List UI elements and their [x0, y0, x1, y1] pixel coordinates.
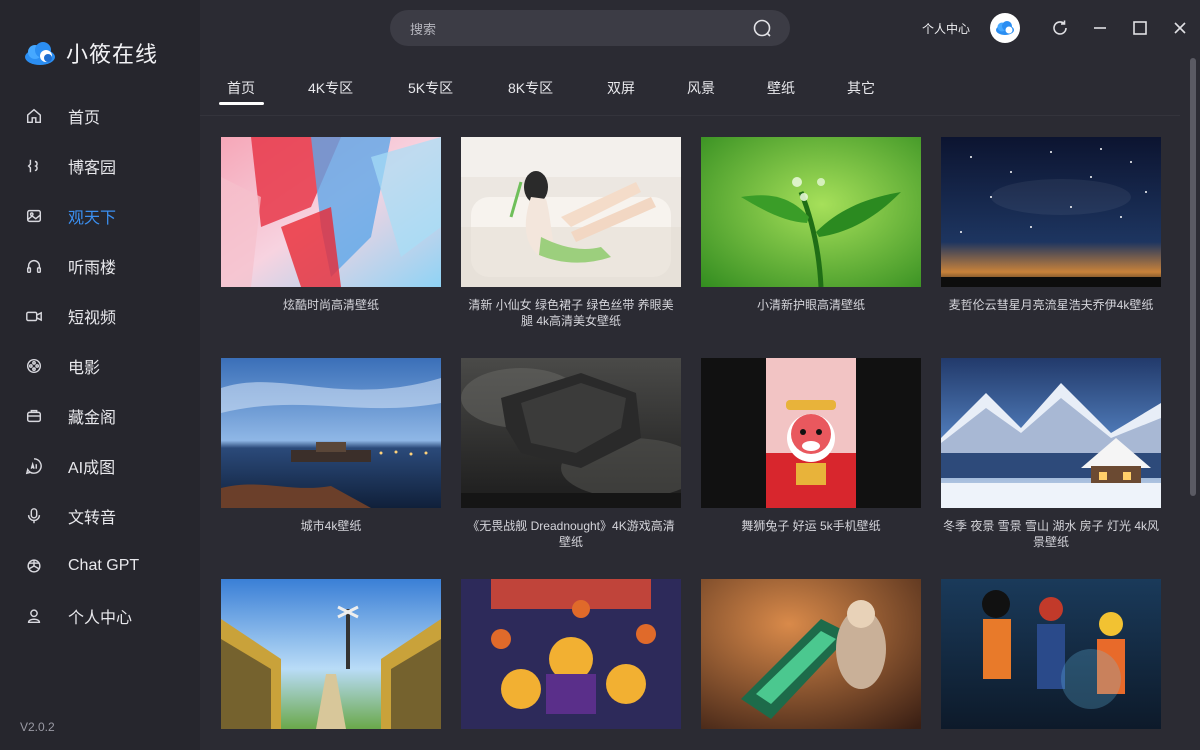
sidebar-item-label: 博客园 [68, 160, 117, 177]
wallpaper-thumbnail[interactable] [941, 358, 1161, 508]
window-controls: 个人中心 [922, 12, 1200, 44]
wallpaper-thumbnail[interactable] [461, 137, 681, 287]
sidebar-item-label: 短视频 [68, 310, 117, 327]
search-bar[interactable]: 搜索 [390, 10, 790, 46]
sidebar-item-home[interactable]: 首页 [0, 91, 200, 141]
search-icon[interactable] [752, 17, 774, 39]
category-tabs: 首页 4K专区 5K专区 8K专区 双屏 风景 壁纸 其它 [200, 70, 1180, 116]
wallpaper-card[interactable]: 炫酷时尚高清壁纸 [221, 137, 441, 313]
wallpaper-card[interactable] [461, 579, 681, 739]
sidebar-item-label: 听雨楼 [68, 260, 117, 277]
wallpaper-title: 冬季 夜景 雪景 雪山 湖水 房子 灯光 4k风景壁纸 [943, 519, 1160, 549]
close-icon [1174, 22, 1186, 34]
wallpaper-thumbnail[interactable] [941, 579, 1161, 729]
wallpaper-card[interactable]: 麦哲伦云彗星月亮流星浩夫乔伊4k壁纸 [941, 137, 1161, 313]
tab-landscape[interactable]: 风景 [687, 78, 715, 98]
maximize-icon [1133, 21, 1147, 35]
minimize-icon [1094, 27, 1106, 29]
wallpaper-thumbnail[interactable] [701, 358, 921, 508]
sidebar-item-label: 个人中心 [68, 610, 133, 627]
wallpaper-title: 麦哲伦云彗星月亮流星浩夫乔伊4k壁纸 [948, 298, 1154, 312]
video-camera-icon [24, 306, 44, 326]
wallpaper-thumbnail[interactable] [701, 579, 921, 729]
microphone-icon [24, 506, 44, 526]
tab-other[interactable]: 其它 [847, 78, 875, 98]
scrollbar[interactable] [1190, 58, 1196, 496]
wallpaper-title: 小清新护眼高清壁纸 [756, 298, 865, 312]
ai-badge-icon [24, 456, 44, 476]
search-input[interactable]: 搜索 [410, 19, 752, 38]
wallpaper-card[interactable]: 冬季 夜景 雪景 雪山 湖水 房子 灯光 4k风景壁纸 [941, 358, 1161, 550]
home-icon [24, 106, 44, 126]
active-tab-indicator [219, 102, 264, 105]
app-logo: 小筱在线 [22, 36, 158, 70]
wallpaper-card[interactable] [941, 579, 1161, 739]
sidebar-item-label: 藏金阁 [68, 410, 117, 427]
sidebar-item-text-to-speech[interactable]: 文转音 [0, 491, 200, 541]
user-center-link[interactable]: 个人中心 [922, 20, 970, 37]
wallpaper-thumbnail[interactable] [221, 579, 441, 729]
sidebar-item-label: 观天下 [68, 210, 117, 227]
wallpaper-title: 清新 小仙女 绿色裙子 绿色丝带 养眼美腿 4k高清美女壁纸 [468, 298, 674, 328]
tab-5k[interactable]: 5K专区 [408, 78, 453, 98]
avatar[interactable] [990, 13, 1020, 43]
cloud-logo-icon [25, 42, 55, 65]
wallpaper-card[interactable]: 《无畏战舰 Dreadnought》4K游戏高清壁纸 [461, 358, 681, 550]
tab-wallpaper[interactable]: 壁纸 [767, 78, 795, 98]
film-reel-icon [24, 356, 44, 376]
tab-home[interactable]: 首页 [227, 78, 255, 98]
close-button[interactable] [1160, 12, 1200, 44]
wallpaper-thumbnail[interactable] [701, 137, 921, 287]
briefcase-icon [24, 406, 44, 426]
maximize-button[interactable] [1120, 12, 1160, 44]
wallpaper-title: 城市4k壁纸 [300, 519, 362, 533]
wallpaper-thumbnail[interactable] [221, 358, 441, 508]
sidebar-item-short-video[interactable]: 短视频 [0, 291, 200, 341]
sidebar: 小筱在线 首页 博客园 观天下 听雨楼 短视频 电影 藏金阁 AI成图 文转音 … [0, 0, 200, 750]
app-name: 小筱在线 [66, 43, 159, 68]
wallpaper-card[interactable] [701, 579, 921, 739]
tab-dual-screen[interactable]: 双屏 [607, 78, 635, 98]
refresh-button[interactable] [1040, 12, 1080, 44]
tab-8k[interactable]: 8K专区 [508, 78, 553, 98]
wallpaper-thumbnail[interactable] [221, 137, 441, 287]
headphones-icon [24, 256, 44, 276]
sidebar-item-gallery[interactable]: 观天下 [0, 191, 200, 241]
sidebar-nav: 首页 博客园 观天下 听雨楼 短视频 电影 藏金阁 AI成图 文转音 Chat … [0, 91, 200, 641]
tab-4k[interactable]: 4K专区 [308, 78, 353, 98]
sidebar-item-label: 首页 [68, 110, 101, 127]
wallpaper-thumbnail[interactable] [941, 137, 1161, 287]
image-icon [24, 206, 44, 226]
wallpaper-card[interactable] [221, 579, 441, 739]
sidebar-item-music[interactable]: 听雨楼 [0, 241, 200, 291]
wallpaper-title: 舞狮兔子 好运 5k手机壁纸 [741, 519, 881, 533]
sidebar-item-chatgpt[interactable]: Chat GPT [0, 541, 200, 591]
sidebar-item-profile[interactable]: 个人中心 [0, 591, 200, 641]
wallpaper-card[interactable]: 清新 小仙女 绿色裙子 绿色丝带 养眼美腿 4k高清美女壁纸 [461, 137, 681, 329]
sidebar-item-label: AI成图 [68, 460, 116, 477]
wallpaper-card[interactable]: 舞狮兔子 好运 5k手机壁纸 [701, 358, 921, 534]
sidebar-item-label: 文转音 [68, 510, 117, 527]
wallpaper-title: 炫酷时尚高清壁纸 [282, 298, 379, 312]
cloud-avatar-icon [996, 21, 1014, 35]
wallpaper-grid: 炫酷时尚高清壁纸 清新 小仙女 绿色裙子 绿色丝带 养眼美腿 4k高清美女壁纸 [221, 137, 1161, 750]
sidebar-item-blog[interactable]: 博客园 [0, 141, 200, 191]
wallpaper-card[interactable]: 小清新护眼高清壁纸 [701, 137, 921, 313]
minimize-button[interactable] [1080, 12, 1120, 44]
wallpaper-title: 《无畏战舰 Dreadnought》4K游戏高清壁纸 [467, 519, 675, 549]
sidebar-item-movie[interactable]: 电影 [0, 341, 200, 391]
wallpaper-thumbnail[interactable] [461, 358, 681, 508]
sidebar-item-label: Chat GPT [68, 557, 140, 574]
openai-icon [24, 556, 44, 576]
code-bracket-icon [24, 156, 44, 176]
wallpaper-card[interactable]: 城市4k壁纸 [221, 358, 441, 534]
user-icon [24, 606, 44, 626]
sidebar-item-treasure[interactable]: 藏金阁 [0, 391, 200, 441]
sidebar-item-ai-image[interactable]: AI成图 [0, 441, 200, 491]
app-version: V2.0.2 [20, 720, 55, 734]
refresh-icon [1053, 20, 1067, 35]
sidebar-item-label: 电影 [68, 360, 101, 377]
wallpaper-thumbnail[interactable] [461, 579, 681, 729]
